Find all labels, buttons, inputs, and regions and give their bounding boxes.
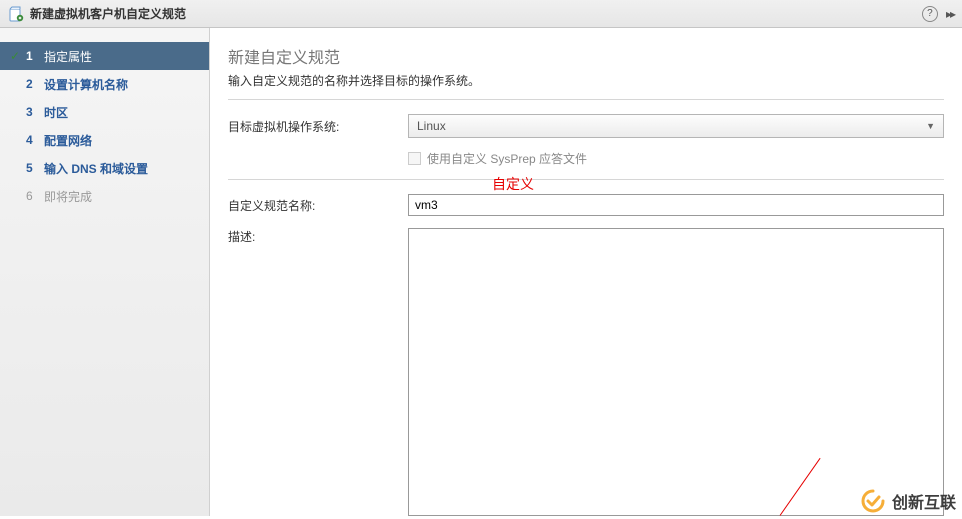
main-panel: 新建自定义规范 输入自定义规范的名称并选择目标的操作系统。 目标虚拟机操作系统:… [210,28,962,516]
check-icon: ✓ [10,49,24,63]
watermark-text: 创新互联 [892,489,956,513]
step-network[interactable]: 4 配置网络 [0,126,209,154]
divider [228,179,944,180]
sysprep-label: 使用自定义 SysPrep 应答文件 [427,150,587,167]
step-label: 输入 DNS 和域设置 [44,160,148,177]
step-num: 5 [26,161,40,175]
help-icon[interactable]: ? [922,6,938,22]
titlebar: 新建虚拟机客户机自定义规范 ? ▸▸ [0,0,962,28]
description-label: 描述: [228,228,408,245]
page-subtitle: 输入自定义规范的名称并选择目标的操作系统。 [228,72,944,89]
wizard-sidebar: ✓ 1 指定属性 2 设置计算机名称 3 时区 4 配置网络 5 输入 DNS … [0,28,210,516]
row-spec-name: 自定义规范名称: [228,194,944,216]
step-num: 6 [26,189,40,203]
row-description: 描述: [228,228,944,519]
new-spec-icon [8,6,24,22]
watermark: 创新互联 [860,488,956,514]
target-os-label: 目标虚拟机操作系统: [228,118,408,135]
step-timezone[interactable]: 3 时区 [0,98,209,126]
target-os-select[interactable]: Linux ▼ [408,114,944,138]
step-properties[interactable]: ✓ 1 指定属性 [0,42,209,70]
step-label: 时区 [44,104,68,121]
step-dns-domain[interactable]: 5 输入 DNS 和域设置 [0,154,209,182]
spec-name-label: 自定义规范名称: [228,197,408,214]
chevron-down-icon: ▼ [926,121,935,131]
spec-name-input[interactable] [408,194,944,216]
step-label: 即将完成 [44,188,92,205]
step-num: 2 [26,77,40,91]
description-textarea[interactable] [408,228,944,516]
page-title: 新建自定义规范 [228,44,944,68]
dialog-title: 新建虚拟机客户机自定义规范 [30,5,922,22]
step-num: 3 [26,105,40,119]
step-ready-complete[interactable]: 6 即将完成 [0,182,209,210]
select-value: Linux [417,119,446,133]
sysprep-checkbox[interactable] [408,152,421,165]
row-target-os: 目标虚拟机操作系统: Linux ▼ [228,114,944,138]
step-num: 4 [26,133,40,147]
step-label: 设置计算机名称 [44,76,128,93]
step-label: 指定属性 [44,48,92,65]
divider [228,99,944,100]
expand-icon[interactable]: ▸▸ [946,7,954,21]
step-label: 配置网络 [44,132,92,149]
step-num: 1 [26,49,40,63]
row-sysprep: 使用自定义 SysPrep 应答文件 [228,150,944,167]
watermark-logo-icon [860,488,886,514]
step-computer-name[interactable]: 2 设置计算机名称 [0,70,209,98]
titlebar-actions: ? ▸▸ [922,6,954,22]
annotation-custom: 自定义 [492,174,534,194]
content: ✓ 1 指定属性 2 设置计算机名称 3 时区 4 配置网络 5 输入 DNS … [0,28,962,516]
